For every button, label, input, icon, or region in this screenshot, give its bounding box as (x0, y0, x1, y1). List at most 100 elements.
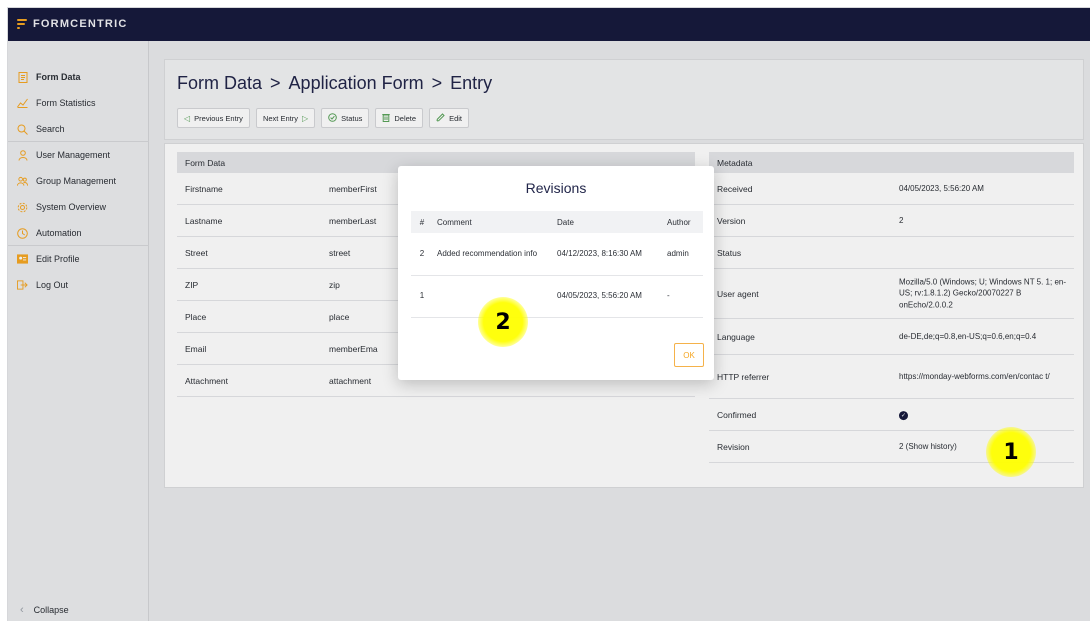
metadata-label: Status (717, 247, 742, 258)
breadcrumb-item-application-form[interactable]: Application Form (289, 73, 424, 94)
metadata-row: Received 04/05/2023, 5:56:20 AM (709, 173, 1074, 205)
field-name: memberLast (329, 215, 377, 226)
sidebar-item-label: User Management (36, 150, 111, 160)
sidebar-divider (8, 141, 149, 142)
revision-date: 04/12/2023, 8:16:30 AM (553, 233, 663, 276)
breadcrumb-item-form-data[interactable]: Form Data (177, 73, 262, 94)
sidebar-item-form-statistics[interactable]: Form Statistics (17, 94, 96, 112)
revision-date: 04/05/2023, 5:56:20 AM (553, 275, 663, 318)
trash-icon (382, 113, 391, 124)
checkmark-badge-icon: ✓ (899, 411, 908, 421)
triangle-left-icon: ◁ (184, 113, 191, 123)
field-label: Place (185, 311, 207, 322)
sidebar: Form Data Form Statistics Search User Ma… (8, 41, 149, 621)
previous-entry-label: Previous Entry (194, 113, 243, 123)
metadata-row: Confirmed ✓ (709, 399, 1074, 431)
field-name: place (329, 311, 350, 322)
logout-icon (17, 280, 28, 291)
column-header: Comment (433, 211, 553, 233)
show-history-link[interactable]: 2 (Show history) (899, 441, 1069, 453)
top-bar: FORMCENTRIC (8, 8, 1090, 41)
group-icon (17, 176, 28, 187)
field-name: street (329, 247, 351, 258)
metadata-label: Received (717, 183, 753, 194)
check-circle-icon (328, 112, 337, 124)
gear-icon (17, 202, 28, 213)
sidebar-item-search[interactable]: Search (17, 120, 65, 138)
sidebar-item-user-management[interactable]: User Management (17, 146, 110, 164)
metadata-label: Language (717, 331, 755, 342)
collapse-label: Collapse (33, 605, 69, 615)
column-header: Author (663, 211, 703, 233)
field-name: memberEma (329, 343, 378, 354)
metadata-row: User agent Mozilla/5.0 (Windows; U; Wind… (709, 269, 1074, 319)
sidebar-item-edit-profile[interactable]: Edit Profile (17, 250, 80, 268)
metadata-label: HTTP referrer (717, 371, 770, 382)
metadata-heading: Metadata (709, 152, 1074, 173)
revisions-dialog: Revisions # Comment Date Author 2 Added … (398, 166, 714, 380)
profile-card-icon (17, 254, 28, 265)
metadata-value: Mozilla/5.0 (Windows; U; Windows NT 5. 1… (899, 277, 1067, 310)
sidebar-item-label: Form Statistics (36, 98, 96, 108)
http-referrer-link[interactable]: https://monday-webforms.com/en/contac t/ (899, 371, 1069, 383)
statistics-icon (17, 98, 28, 109)
app-window: FORMCENTRIC Form Data Form Statistics Se… (7, 7, 1090, 621)
revision-number: 2 (411, 233, 433, 276)
revision-comment: Added recommendation info (433, 233, 553, 276)
field-label: Email (185, 343, 207, 354)
metadata-value: de-DE,de;q=0.8,en-US;q=0.6,en;q=0.4 (899, 331, 1037, 341)
revision-number: 1 (411, 275, 433, 318)
formcentric-logo[interactable]: FORMCENTRIC (17, 18, 127, 30)
sidebar-item-log-out[interactable]: Log Out (17, 276, 68, 294)
annotation-marker-2: 2 (478, 297, 528, 347)
revision-author: - (663, 275, 703, 318)
collapse-sidebar-button[interactable]: ‹ Collapse (20, 604, 69, 616)
column-header: # (411, 211, 433, 233)
metadata-row: HTTP referrer https://monday-webforms.co… (709, 355, 1074, 399)
sidebar-item-form-data[interactable]: Form Data (17, 68, 81, 86)
page-header: Form Data > Application Form > Entry ◁ P… (164, 59, 1084, 140)
metadata-label: User agent (717, 288, 759, 299)
metadata-value: ✓ (899, 409, 1069, 421)
metadata-row: Version 2 (709, 205, 1074, 237)
sidebar-item-label: Search (36, 124, 65, 134)
next-entry-button[interactable]: Next Entry ▷ (255, 108, 316, 128)
edit-button[interactable]: Edit (429, 108, 469, 128)
field-name: zip (329, 279, 340, 290)
triangle-right-icon: ▷ (301, 113, 309, 123)
status-button[interactable]: Status (321, 108, 370, 128)
breadcrumb-separator: > (270, 73, 281, 93)
field-label: Street (185, 247, 208, 258)
sidebar-item-group-management[interactable]: Group Management (17, 172, 116, 190)
breadcrumb: Form Data > Application Form > Entry (177, 73, 492, 94)
sidebar-item-label: Automation (36, 228, 82, 238)
ok-button[interactable]: OK (674, 343, 704, 367)
sidebar-item-label: Form Data (36, 72, 81, 82)
entry-toolbar: ◁ Previous Entry Next Entry ▷ Status Del… (177, 108, 469, 128)
sidebar-item-label: System Overview (36, 202, 107, 212)
user-icon (17, 149, 28, 161)
table-row: 2 Added recommendation info 04/12/2023, … (411, 233, 703, 276)
revision-author: admin (663, 233, 703, 276)
sidebar-item-label: Edit Profile (36, 254, 80, 264)
logo-text: FORMCENTRIC (33, 18, 128, 30)
sidebar-divider (8, 245, 149, 246)
sidebar-item-automation[interactable]: Automation (17, 224, 82, 242)
field-name: memberFirst (329, 183, 377, 194)
search-icon (17, 124, 28, 135)
edit-label: Edit (449, 113, 462, 123)
metadata-value: 04/05/2023, 5:56:20 AM (899, 183, 984, 193)
field-name: attachment (329, 375, 372, 386)
sidebar-item-label: Group Management (36, 176, 117, 186)
metadata-row: Status (709, 237, 1074, 269)
logo-mark-icon (17, 18, 27, 30)
delete-button[interactable]: Delete (375, 108, 424, 128)
metadata-row: Language de-DE,de;q=0.8,en-US;q=0.6,en;q… (709, 319, 1074, 355)
metadata-value: 2 (899, 215, 904, 225)
previous-entry-button[interactable]: ◁ Previous Entry (177, 108, 250, 128)
status-label: Status (341, 113, 363, 123)
clock-icon (17, 227, 28, 239)
breadcrumb-item-entry: Entry (450, 73, 493, 93)
chevron-left-icon: ‹ (20, 604, 24, 616)
sidebar-item-system-overview[interactable]: System Overview (17, 198, 106, 216)
